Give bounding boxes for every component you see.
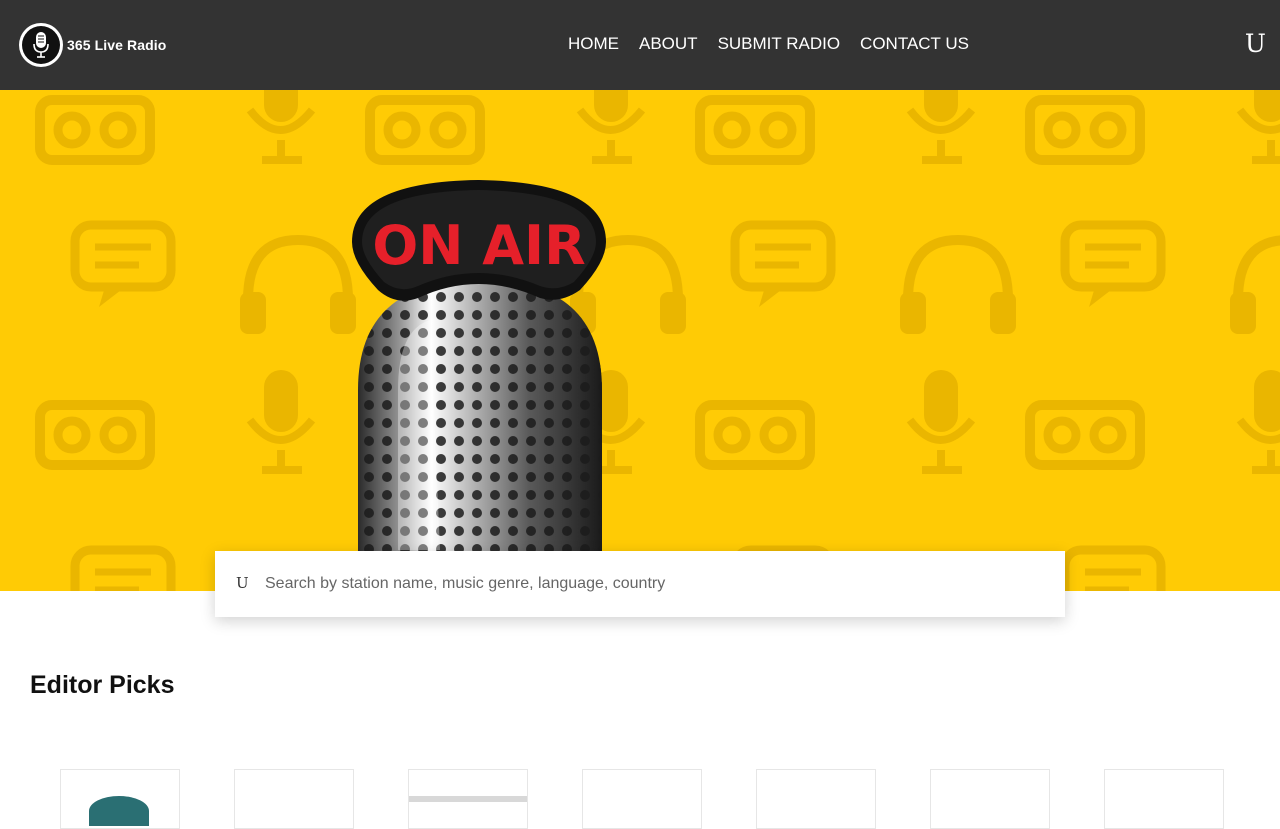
nav-home[interactable]: HOME (568, 34, 619, 54)
site-logo[interactable]: 365 Live Radio (19, 23, 166, 67)
nav-about[interactable]: ABOUT (639, 34, 698, 54)
station-card[interactable] (234, 769, 354, 829)
station-card[interactable] (582, 769, 702, 829)
station-card[interactable] (60, 769, 180, 829)
station-search-box: U (215, 551, 1065, 617)
station-logo-icon (409, 796, 527, 802)
hero-banner: ON AIR (0, 90, 1280, 591)
on-air-microphone-illustration: ON AIR (0, 90, 1280, 591)
nav-contact-us[interactable]: CONTACT US (860, 34, 969, 54)
station-card[interactable] (930, 769, 1050, 829)
on-air-sign-text: ON AIR (372, 214, 585, 277)
editor-picks-list (60, 769, 1278, 829)
editor-picks-title: Editor Picks (30, 671, 175, 699)
station-card[interactable] (1104, 769, 1224, 829)
top-navbar: 365 Live Radio HOME ABOUT SUBMIT RADIO C… (0, 0, 1280, 90)
station-logo-icon (89, 796, 149, 826)
search-input[interactable] (265, 571, 1045, 597)
main-nav: HOME ABOUT SUBMIT RADIO CONTACT US (568, 34, 989, 54)
site-name: 365 Live Radio (67, 37, 167, 53)
microphone-logo-icon (19, 23, 63, 67)
station-card[interactable] (756, 769, 876, 829)
search-icon: U (236, 574, 249, 592)
station-card[interactable] (408, 769, 528, 829)
user-icon[interactable]: U (1245, 30, 1266, 58)
nav-submit-radio[interactable]: SUBMIT RADIO (718, 34, 840, 54)
